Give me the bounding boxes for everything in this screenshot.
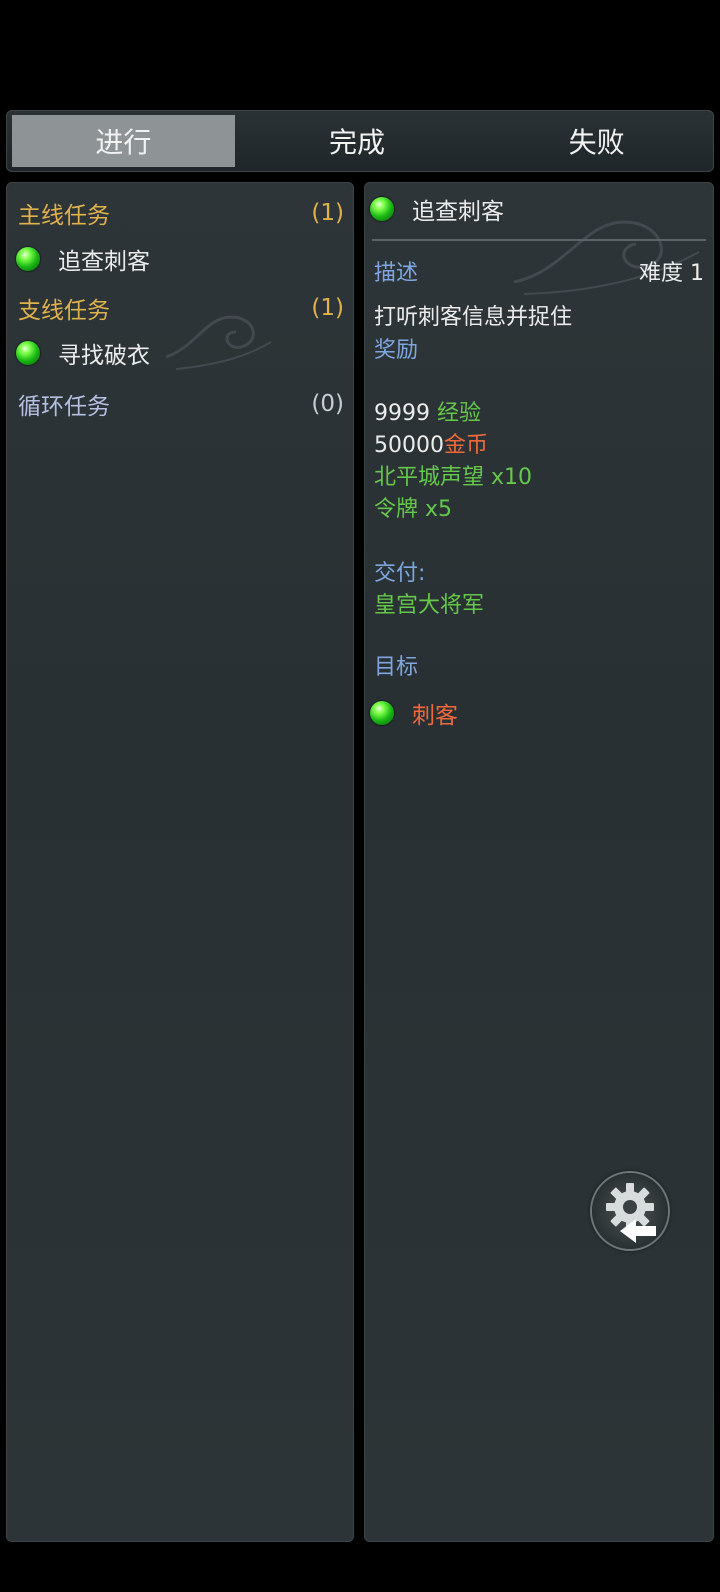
tab-failed[interactable]: 失败 [479, 115, 714, 167]
quest-tabs: 进行 完成 失败 [6, 110, 714, 172]
objective-label: 目标 [374, 655, 419, 680]
quest-item-main-1[interactable]: 追查刺客 [16, 242, 344, 276]
side-quest-label: 支线任务 [18, 298, 110, 324]
detail-title: 追查刺客 [412, 199, 504, 225]
reward-exp-label: 经验 [437, 401, 482, 426]
quest-detail-panel: 追查刺客 描述 难度 1 打听刺客信息并捉住 奖励 9999 经验 50000金… [364, 182, 714, 1542]
reward-gold-label: 金币 [444, 433, 489, 458]
reward-reputation: 北平城声望 x10 [374, 465, 533, 490]
deliver-target: 皇宫大将军 [374, 593, 485, 618]
top-black-bar [0, 0, 720, 110]
quest-list-panel: 主线任务 (1) 追查刺客 支线任务 (1) 寻找破衣 循环任务 (0) [6, 182, 354, 1542]
quest-item-side-1[interactable]: 寻找破衣 [16, 336, 344, 370]
tab-completed[interactable]: 完成 [240, 115, 475, 167]
main-quest-count: (1) [311, 200, 344, 226]
objective-text: 刺客 [412, 703, 458, 729]
reward-label: 奖励 [374, 338, 419, 363]
loop-quest-category[interactable]: 循环任务 (0) [18, 387, 344, 421]
difficulty-label: 难度 1 [639, 261, 704, 286]
gear-icon [606, 1183, 656, 1243]
green-orb-icon [370, 197, 394, 221]
header-divider [372, 239, 706, 241]
tab-in-progress[interactable]: 进行 [12, 115, 235, 167]
side-quest-category[interactable]: 支线任务 (1) [18, 291, 344, 325]
reward-exp: 9999 经验 [374, 395, 481, 427]
gear-back-icon[interactable] [592, 1173, 668, 1249]
quest-item-label: 寻找破衣 [58, 343, 150, 369]
deliver-label: 交付: [374, 561, 426, 586]
reward-token: 令牌 x5 [374, 497, 453, 522]
detail-header: 追查刺客 [370, 192, 704, 226]
objective-item[interactable]: 刺客 [370, 696, 704, 730]
reward-gold: 50000金币 [374, 427, 488, 459]
green-orb-icon [370, 701, 394, 725]
reward-gold-value: 50000 [374, 433, 444, 458]
green-orb-icon [16, 247, 40, 271]
green-orb-icon [16, 341, 40, 365]
loop-quest-count: (0) [311, 391, 344, 417]
quest-item-label: 追查刺客 [58, 249, 150, 275]
main-quest-category[interactable]: 主线任务 (1) [18, 196, 344, 230]
loop-quest-label: 循环任务 [18, 394, 110, 420]
side-quest-count: (1) [311, 295, 344, 321]
reward-exp-value: 9999 [374, 401, 430, 426]
main-quest-label: 主线任务 [18, 203, 110, 229]
description-label: 描述 [374, 261, 419, 286]
description-text: 打听刺客信息并捉住 [374, 305, 573, 330]
